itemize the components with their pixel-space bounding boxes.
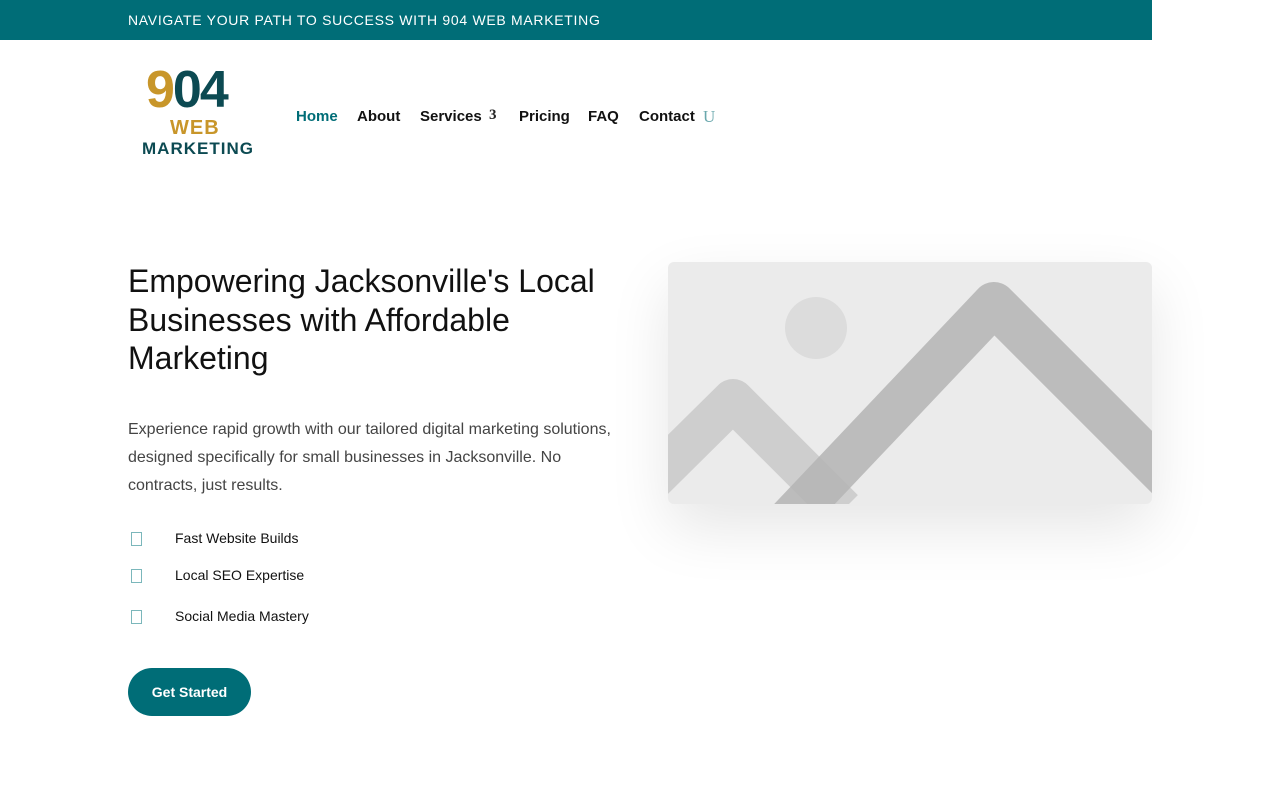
- logo-nine: 9: [146, 61, 175, 119]
- hero-image: [668, 262, 1152, 504]
- image-placeholder-icon: [668, 282, 1152, 504]
- feature-item: Fast Website Builds: [128, 528, 428, 550]
- feature-label: Fast Website Builds: [175, 530, 299, 546]
- nav-item-about[interactable]: About: [357, 108, 400, 125]
- logo-number: 904: [146, 61, 229, 119]
- feature-item: Local SEO Expertise: [128, 565, 428, 587]
- hero-description: Experience rapid growth with our tailore…: [128, 421, 611, 494]
- chevron-down-icon[interactable]: 3: [489, 107, 497, 124]
- nav-item-services[interactable]: Services: [420, 108, 482, 125]
- checkbox-icon: [131, 532, 142, 546]
- site-logo[interactable]: 904 WEB MARKETING: [140, 64, 260, 162]
- announcement-bar: NAVIGATE YOUR PATH TO SUCCESS WITH 904 W…: [0, 0, 1152, 40]
- feature-item: Social Media Mastery: [128, 606, 428, 628]
- search-icon[interactable]: U: [703, 107, 715, 127]
- checkbox-icon: [131, 610, 142, 624]
- nav-item-contact[interactable]: Contact: [639, 108, 695, 125]
- logo-zero-four: 04: [172, 61, 229, 119]
- hero-title: Empowering Jacksonville's Local Business…: [128, 263, 595, 376]
- feature-label: Local SEO Expertise: [175, 567, 305, 583]
- nav-item-faq[interactable]: FAQ: [588, 108, 619, 125]
- nav-item-home[interactable]: Home: [296, 108, 338, 125]
- feature-label: Social Media Mastery: [175, 608, 309, 624]
- nav-item-pricing[interactable]: Pricing: [519, 108, 570, 125]
- checkbox-icon: [131, 569, 142, 583]
- logo-web: WEB: [170, 117, 220, 139]
- logo-marketing: MARKETING: [142, 139, 254, 158]
- get-started-button[interactable]: Get Started: [128, 668, 251, 716]
- announcement-text: NAVIGATE YOUR PATH TO SUCCESS WITH 904 W…: [128, 12, 601, 28]
